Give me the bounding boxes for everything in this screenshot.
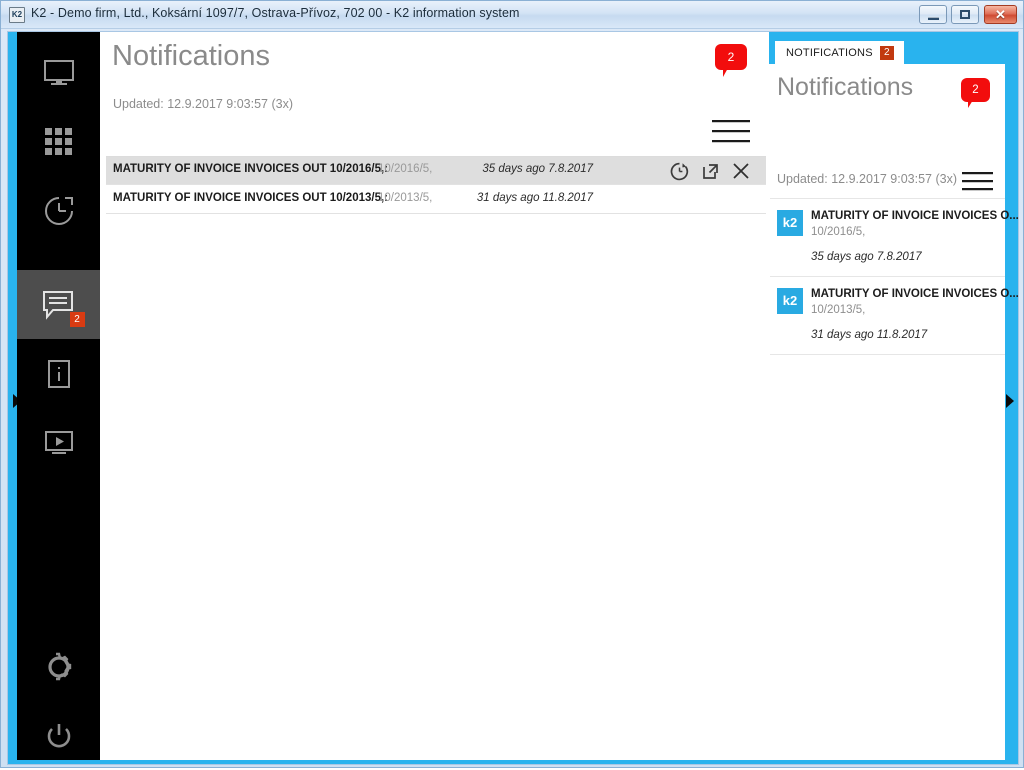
- row-time: 31 days ago 11.8.2017: [476, 192, 593, 204]
- sidebar-item-modules[interactable]: [17, 107, 100, 176]
- sidebar-item-information[interactable]: [17, 339, 100, 408]
- item-time: 31 days ago 11.8.2017: [811, 329, 928, 341]
- title-bar: K2 K2 - Demo firm, Ltd., Koksární 1097/7…: [1, 1, 1023, 29]
- notification-panel: NOTIFICATIONS 2 Notifications 2 Updated:…: [762, 32, 1019, 760]
- k2-app-icon: k2: [777, 210, 803, 236]
- sidebar-item-dashboard[interactable]: [17, 38, 100, 107]
- page-title: Notifications: [112, 40, 270, 72]
- maximize-icon: [952, 6, 978, 23]
- item-subtitle: 10/2013/5,: [811, 304, 866, 316]
- hamburger-menu-icon[interactable]: [712, 120, 750, 142]
- open-in-new-window-icon[interactable]: [700, 161, 720, 181]
- app-frame: 2 Notifications 2 Updated: 12.9.2017 9:0…: [7, 31, 1019, 765]
- notifications-badge: 2: [69, 311, 85, 327]
- maximize-button[interactable]: [951, 5, 979, 24]
- sidebar-item-media[interactable]: [17, 408, 100, 477]
- window-title: K2 - Demo firm, Ltd., Koksární 1097/7, O…: [31, 6, 520, 20]
- list-item[interactable]: k2 MATURITY OF INVOICE INVOICES O... 10/…: [770, 198, 1019, 276]
- header-notification-badge: 2: [715, 44, 747, 77]
- row-time: 35 days ago 7.8.2017: [482, 163, 593, 175]
- hamburger-menu-icon[interactable]: [962, 172, 993, 190]
- snooze-icon[interactable]: [669, 161, 689, 181]
- row-subtitle: 10/2013/5,: [378, 192, 433, 204]
- left-sidebar: 2: [17, 32, 100, 760]
- power-icon: [42, 719, 76, 753]
- sidebar-item-settings[interactable]: [17, 632, 100, 701]
- gear-icon: [42, 650, 76, 684]
- notification-panel-body: Notifications 2 Updated: 12.9.2017 9:03:…: [766, 64, 1019, 760]
- monitor-icon: [42, 56, 76, 90]
- list-divider: [770, 354, 1005, 355]
- row-title: MATURITY OF INVOICE INVOICES OUT 10/2013…: [113, 192, 388, 204]
- close-icon[interactable]: [731, 161, 751, 181]
- row-subtitle: 10/2016/5,: [378, 163, 433, 175]
- row-title: MATURITY OF INVOICE INVOICES OUT 10/2016…: [113, 163, 388, 175]
- row-actions: [669, 161, 751, 181]
- close-icon: ✕: [995, 7, 1006, 22]
- item-subtitle: 10/2016/5,: [811, 226, 866, 238]
- panel-updated-timestamp: Updated: 12.9.2017 9:03:57 (3x): [777, 172, 957, 186]
- panel-title: Notifications: [777, 73, 914, 101]
- video-play-icon: [42, 426, 76, 460]
- item-title: MATURITY OF INVOICE INVOICES O...: [811, 210, 1019, 222]
- content-area: Notifications 2 Updated: 12.9.2017 9:03:…: [100, 32, 769, 760]
- panel-notification-badge: 2: [961, 78, 990, 108]
- tab-notifications[interactable]: NOTIFICATIONS 2: [775, 41, 904, 64]
- tab-badge: 2: [879, 45, 894, 60]
- grid-apps-icon: [42, 125, 76, 159]
- item-title: MATURITY OF INVOICE INVOICES O...: [811, 288, 1019, 300]
- updated-timestamp: Updated: 12.9.2017 9:03:57 (3x): [113, 97, 293, 111]
- minimize-icon: [920, 6, 946, 23]
- sidebar-item-power[interactable]: [17, 701, 100, 770]
- close-button[interactable]: ✕: [984, 5, 1017, 24]
- info-icon: [42, 357, 76, 391]
- sidebar-item-history[interactable]: [17, 176, 100, 245]
- panel-notification-list: k2 MATURITY OF INVOICE INVOICES O... 10/…: [770, 198, 1019, 354]
- application-window: K2 K2 - Demo firm, Ltd., Koksární 1097/7…: [0, 0, 1024, 768]
- table-row[interactable]: MATURITY OF INVOICE INVOICES OUT 10/2013…: [106, 186, 769, 214]
- clock-history-icon: [42, 194, 76, 228]
- tab-label: NOTIFICATIONS: [786, 46, 873, 59]
- list-item[interactable]: k2 MATURITY OF INVOICE INVOICES O... 10/…: [770, 276, 1019, 354]
- minimize-button[interactable]: [919, 5, 947, 24]
- k2-app-icon: k2: [777, 288, 803, 314]
- item-time: 35 days ago 7.8.2017: [811, 251, 922, 263]
- app-icon: K2: [9, 7, 25, 23]
- main-application-area: 2 Notifications 2 Updated: 12.9.2017 9:0…: [17, 32, 769, 760]
- table-row[interactable]: MATURITY OF INVOICE INVOICES OUT 10/2016…: [106, 157, 769, 185]
- sidebar-item-notifications[interactable]: 2: [17, 270, 100, 339]
- chat-bubble-icon: 2: [42, 288, 85, 327]
